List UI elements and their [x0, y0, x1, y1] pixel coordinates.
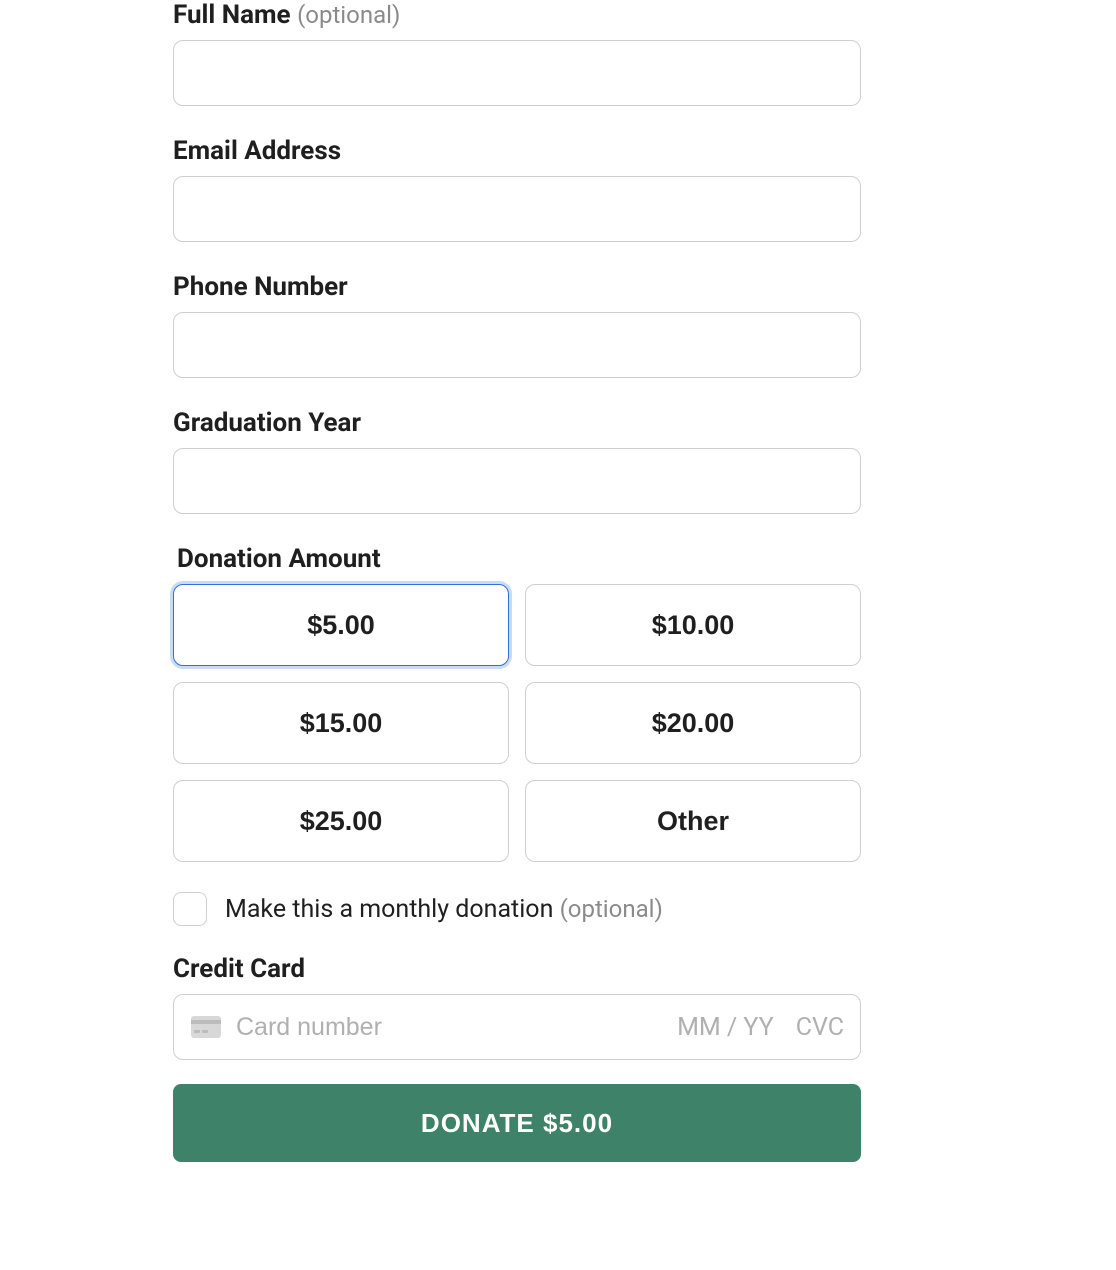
- grad-year-input[interactable]: [173, 448, 861, 514]
- credit-card-group: Credit Card MM / YY CVC: [173, 954, 861, 1060]
- monthly-donation-hint: (optional): [560, 895, 663, 923]
- phone-input[interactable]: [173, 312, 861, 378]
- donation-amount-label: Donation Amount: [177, 544, 861, 574]
- card-expiry-placeholder[interactable]: MM / YY: [677, 1013, 774, 1042]
- amount-option-15[interactable]: $15.00: [173, 682, 509, 764]
- credit-card-icon: [190, 1016, 222, 1038]
- email-group: Email Address: [173, 136, 861, 242]
- email-input[interactable]: [173, 176, 861, 242]
- card-input-wrap[interactable]: MM / YY CVC: [173, 994, 861, 1060]
- full-name-hint: (optional): [297, 1, 400, 29]
- donate-button[interactable]: DONATE $5.00: [173, 1084, 861, 1162]
- monthly-donation-row: Make this a monthly donation (optional): [173, 892, 861, 926]
- full-name-label: Full Name (optional): [173, 0, 861, 30]
- grad-year-label: Graduation Year: [173, 408, 861, 438]
- card-number-input[interactable]: [236, 1013, 663, 1042]
- amount-option-25[interactable]: $25.00: [173, 780, 509, 862]
- amount-option-20[interactable]: $20.00: [525, 682, 861, 764]
- amount-option-10[interactable]: $10.00: [525, 584, 861, 666]
- grad-year-group: Graduation Year: [173, 408, 861, 514]
- monthly-donation-checkbox[interactable]: [173, 892, 207, 926]
- credit-card-label: Credit Card: [173, 954, 861, 984]
- card-cvc-placeholder[interactable]: CVC: [796, 1013, 844, 1042]
- full-name-input[interactable]: [173, 40, 861, 106]
- monthly-donation-label: Make this a monthly donation (optional): [225, 895, 663, 924]
- donation-amount-grid: $5.00 $10.00 $15.00 $20.00 $25.00 Other: [173, 584, 861, 862]
- phone-group: Phone Number: [173, 272, 861, 378]
- donation-form: Full Name (optional) Email Address Phone…: [173, 0, 861, 1162]
- amount-option-other[interactable]: Other: [525, 780, 861, 862]
- phone-label: Phone Number: [173, 272, 861, 302]
- amount-option-5[interactable]: $5.00: [173, 584, 509, 666]
- monthly-donation-label-text: Make this a monthly donation: [225, 895, 553, 924]
- full-name-group: Full Name (optional): [173, 0, 861, 106]
- email-label: Email Address: [173, 136, 861, 166]
- full-name-label-text: Full Name: [173, 0, 291, 30]
